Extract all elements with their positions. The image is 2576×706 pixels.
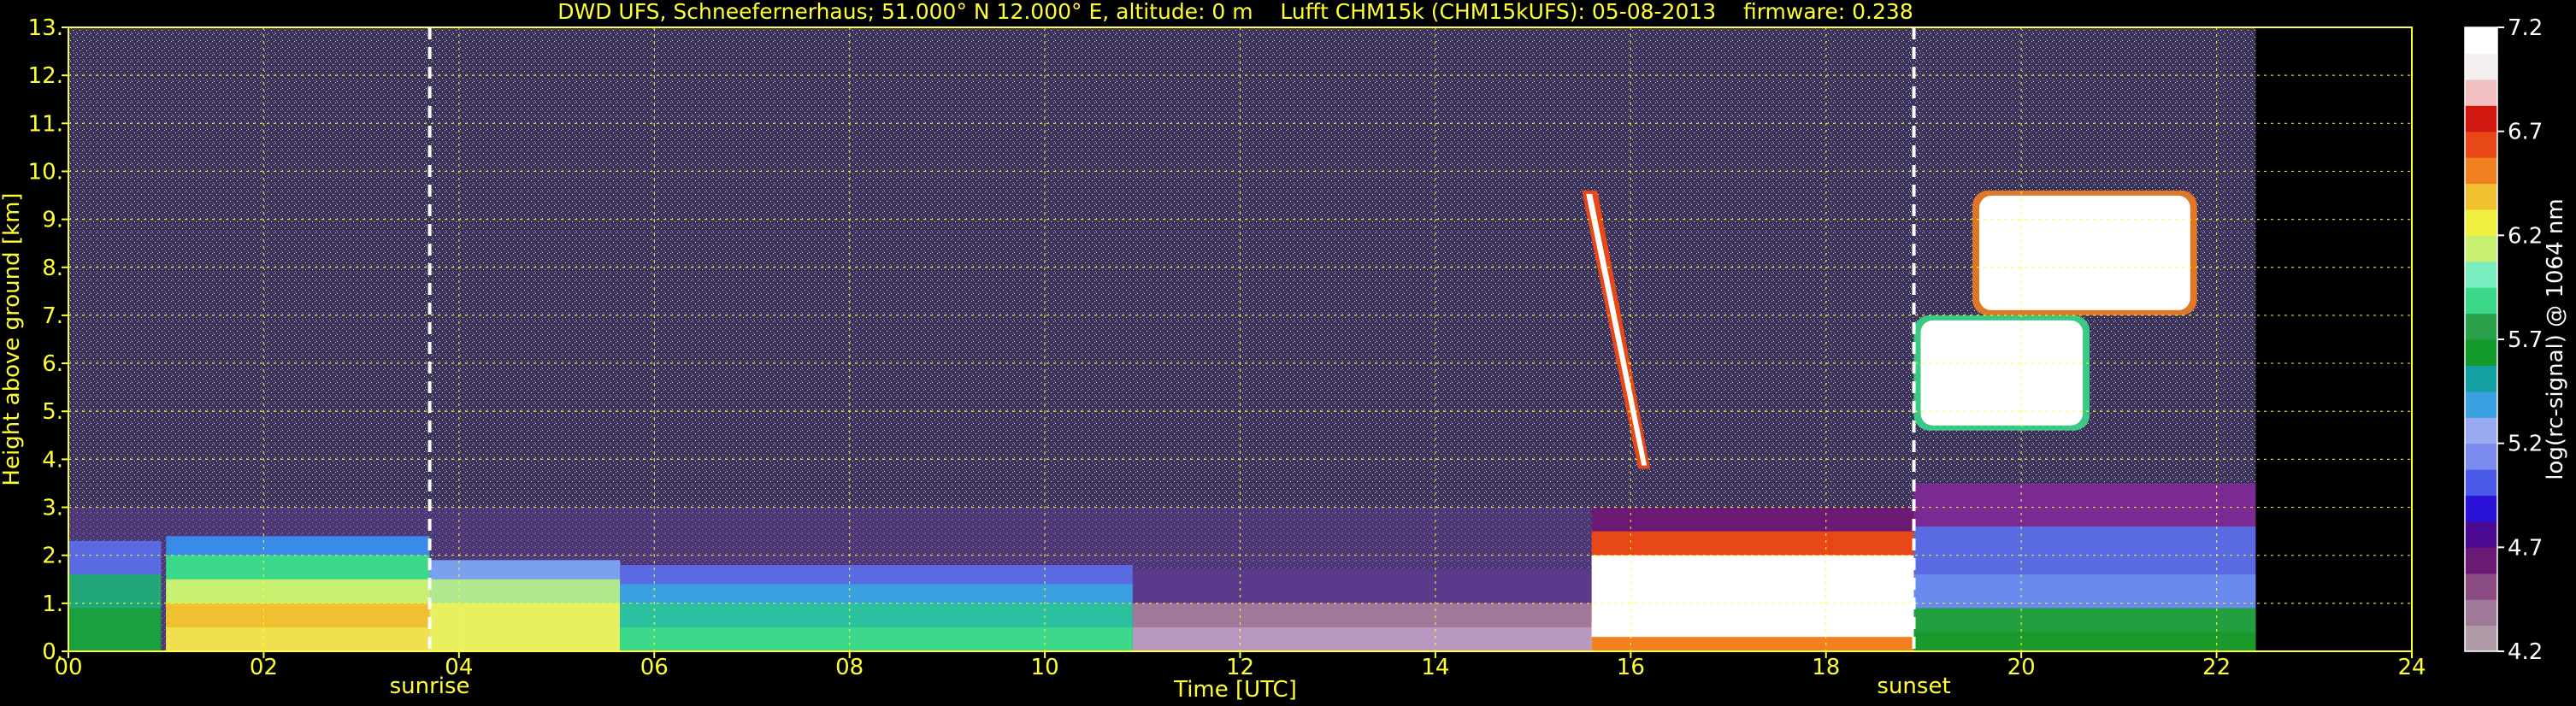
colorbar-tick-label: 6.7 — [2508, 120, 2543, 145]
aerosol-layer — [1913, 483, 2256, 651]
aerosol-layer — [429, 560, 621, 651]
x-tick-label: 06 — [640, 655, 669, 680]
y-tick-label: 4. — [42, 447, 63, 473]
y-axis-label: Height above ground [km] — [0, 192, 25, 485]
layer-band — [1913, 632, 2256, 651]
aerosol-layer — [620, 564, 1133, 651]
cloud-feature — [1913, 315, 2090, 431]
layer-band — [1591, 637, 1914, 651]
aerosol-layer — [1132, 569, 1592, 651]
y-tick-label: 11. — [28, 111, 63, 137]
x-tick-label: 14 — [1421, 655, 1449, 680]
colorbar-segment — [2465, 339, 2497, 367]
colorbar-segment — [2465, 469, 2497, 497]
colorbar-segment — [2465, 79, 2497, 106]
layer-band — [620, 627, 1133, 651]
aerosol-layer — [68, 540, 162, 651]
colorbar-segment — [2465, 573, 2497, 600]
x-tick-label: 10 — [1031, 655, 1059, 680]
colorbar-segment — [2465, 209, 2497, 236]
colorbar-segment — [2465, 365, 2497, 392]
ceilometer-chart: sunrise sunset 00 02 04 06 08 10 12 14 16 18 20 22 24… — [0, 0, 2568, 703]
x-tick-label: 02 — [250, 655, 278, 680]
colorbar-tick-label: 4.2 — [2508, 639, 2543, 665]
layer-band — [166, 627, 430, 651]
x-axis-label: Time [UTC] — [1173, 677, 1297, 703]
x-tick-label: 24 — [2397, 655, 2426, 680]
colorbar-segment — [2465, 547, 2497, 574]
colorbar-segment — [2465, 53, 2497, 80]
y-tick-label: 0. — [42, 639, 63, 665]
colorbar-segment — [2465, 235, 2497, 262]
colorbar-segment — [2465, 27, 2497, 55]
colorbar-tick-label: 6.2 — [2508, 223, 2543, 249]
cloud-feature — [1972, 190, 2197, 315]
colorbar-segment — [2465, 417, 2497, 444]
layer-band — [68, 608, 162, 651]
cloud-core — [1979, 195, 2190, 310]
layer-band — [1132, 627, 1592, 651]
colorbar-label: log(rc-signal) @ 1064 nm — [2543, 198, 2568, 479]
y-tick-label: 8. — [42, 256, 63, 281]
colorbar-segment — [2465, 521, 2497, 548]
colorbar-tick-label: 4.7 — [2508, 535, 2543, 561]
y-tick-label: 10. — [28, 159, 63, 185]
x-tick-label: 04 — [445, 655, 473, 680]
y-tick-label: 12. — [28, 63, 63, 89]
colorbar-segment — [2465, 313, 2497, 340]
x-tick-label: 08 — [835, 655, 864, 680]
chart-title: DWD UFS, Schneefernerhaus; 51.000° N 12.… — [557, 0, 1913, 24]
layer-band — [429, 603, 621, 651]
y-tick-label: 13. — [28, 15, 63, 41]
colorbar-segment — [2465, 625, 2497, 652]
colorbar-segment — [2465, 495, 2497, 522]
colorbar-tick-label: 5.2 — [2508, 432, 2543, 457]
colorbar-segment — [2465, 131, 2497, 158]
y-tick-label: 9. — [42, 208, 63, 233]
x-tick-label: 22 — [2202, 655, 2231, 680]
y-tick-label: 7. — [42, 303, 63, 329]
x-tick-label: 18 — [1812, 655, 1840, 680]
colorbar-segment — [2465, 287, 2497, 315]
colorbar-segment — [2465, 443, 2497, 470]
colorbar-segment — [2465, 105, 2497, 132]
aerosol-layer — [166, 536, 430, 651]
x-tick-label: 16 — [1617, 655, 1645, 680]
colorbar-segment — [2465, 391, 2497, 418]
colorbar: 4.2 4.7 5.2 5.7 6.2 6.7 7.2 — [2464, 15, 2543, 665]
y-axis-ticks: 0. 1. 2. 3. 4. 5. 6. 7. 8. 9. 10. 11. 12. 13. — [28, 15, 68, 665]
y-tick-label: 1. — [42, 591, 63, 617]
y-tick-label: 6. — [42, 351, 63, 377]
colorbar-tick-label: 5.7 — [2508, 327, 2543, 353]
cloud-core — [1920, 320, 2084, 426]
colorbar-segment — [2465, 183, 2497, 210]
plot-area — [68, 27, 2256, 651]
colorbar-tick-label: 7.2 — [2508, 15, 2543, 41]
y-tick-label: 2. — [42, 544, 63, 569]
y-tick-label: 3. — [42, 496, 63, 521]
marker-label: sunset — [1877, 674, 1950, 699]
y-tick-label: 5. — [42, 399, 63, 425]
x-tick-label: 20 — [2007, 655, 2036, 680]
colorbar-segment — [2465, 157, 2497, 185]
colorbar-segment — [2465, 261, 2497, 288]
colorbar-segment — [2465, 599, 2497, 627]
aerosol-layer — [1591, 507, 1914, 651]
